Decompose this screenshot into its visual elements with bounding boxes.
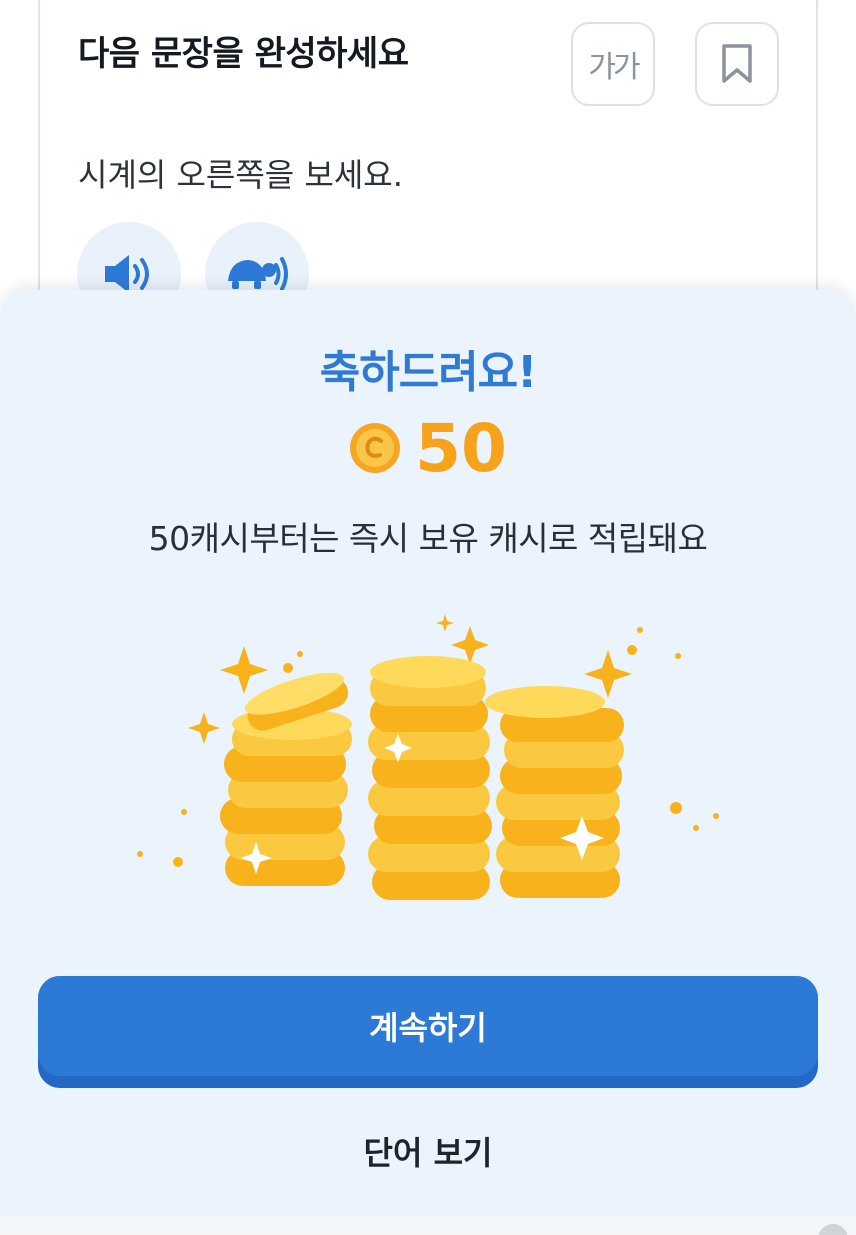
reward-amount: 50 [415, 409, 507, 487]
font-size-icon: 가가 [588, 50, 640, 85]
view-words-link[interactable]: 단어 보기 [0, 1128, 856, 1174]
bottom-strip [0, 1215, 856, 1235]
congrats-title: 축하드려요! [319, 347, 537, 398]
continue-button[interactable]: 계속하기 [38, 976, 818, 1088]
font-size-button[interactable]: 가가 [571, 22, 655, 106]
coin-stacks-illustration [137, 614, 719, 900]
continue-button-label: 계속하기 [38, 976, 818, 1076]
reward-note: 50캐시부터는 즉시 보유 캐시로 적립돼요 [148, 519, 708, 558]
reward-row: 50 [0, 408, 856, 488]
bookmark-icon [722, 44, 752, 83]
reward-bottom-sheet: 축하드려요! 50 50캐시부터는 즉시 보유 캐시로 적립돼요 계속하기 단어… [0, 290, 856, 1235]
question-sentence: 시계의 오른쪽을 보세요. [78, 156, 403, 194]
bookmark-button[interactable] [695, 22, 779, 106]
coin-icon [350, 423, 401, 473]
question-title: 다음 문장을 완성하세요 [78, 34, 409, 74]
